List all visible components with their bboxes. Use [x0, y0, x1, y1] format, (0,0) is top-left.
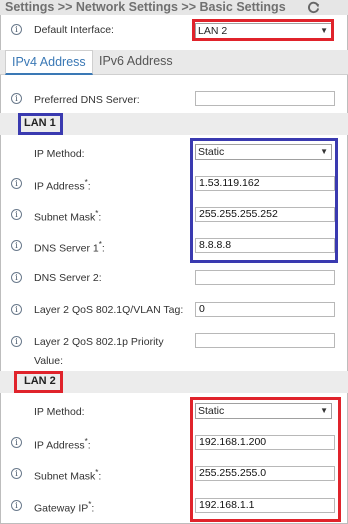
info-icon[interactable]: i	[11, 500, 22, 511]
highlight-lan2-title	[14, 371, 63, 393]
info-icon[interactable]: i	[11, 178, 22, 189]
lan2-subnet-mask-label: Subnet Mask*:	[34, 468, 102, 483]
header-bar: Settings >> Network Settings >> Basic Se…	[0, 0, 348, 15]
lan1-qos-vlan-input[interactable]: 0	[195, 302, 335, 317]
lan1-dns2-input[interactable]	[195, 270, 335, 285]
lan1-ip-address-label: IP Address*:	[34, 178, 91, 193]
preferred-dns-input[interactable]	[195, 91, 335, 106]
lan1-ip-method-label: IP Method:	[34, 148, 85, 160]
lan1-qos-vlan-label: Layer 2 QoS 802.1Q/VLAN Tag:	[34, 304, 184, 316]
page-title: Settings >> Network Settings >> Basic Se…	[5, 0, 286, 14]
lan2-gateway-label: Gateway IP*:	[34, 500, 95, 515]
refresh-icon[interactable]	[306, 0, 321, 15]
info-icon[interactable]: i	[11, 336, 22, 347]
lan1-dns2-label: DNS Server 2:	[34, 272, 102, 284]
lan1-qos-priority-input[interactable]	[195, 333, 335, 348]
info-icon[interactable]: i	[11, 437, 22, 448]
highlight-lan1-fields	[190, 138, 338, 263]
info-icon[interactable]: i	[11, 209, 22, 220]
address-tabs: IPv4 Address IPv6 Address	[0, 50, 348, 75]
info-icon[interactable]: i	[11, 240, 22, 251]
default-interface-label: Default Interface:	[34, 24, 114, 36]
info-icon[interactable]: i	[11, 93, 22, 104]
lan1-qos-priority-label-2: Value:	[34, 355, 63, 367]
info-icon[interactable]: i	[11, 468, 22, 479]
lan2-ip-address-label: IP Address*:	[34, 437, 91, 452]
lan2-ip-method-label: IP Method:	[34, 406, 85, 418]
highlight-default-interface	[192, 19, 334, 41]
tab-ipv4[interactable]: IPv4 Address	[5, 50, 93, 75]
preferred-dns-label: Preferred DNS Server:	[34, 94, 140, 106]
info-icon[interactable]: i	[11, 272, 22, 283]
info-icon[interactable]: i	[11, 24, 22, 35]
highlight-lan2-fields	[190, 397, 341, 522]
highlight-lan1-title	[18, 113, 63, 135]
lan1-dns1-label: DNS Server 1*:	[34, 240, 105, 255]
tab-ipv6[interactable]: IPv6 Address	[93, 50, 179, 74]
lan1-qos-priority-label: Layer 2 QoS 802.1p Priority	[34, 336, 164, 348]
info-icon[interactable]: i	[11, 304, 22, 315]
lan1-subnet-mask-label: Subnet Mask*:	[34, 209, 102, 224]
